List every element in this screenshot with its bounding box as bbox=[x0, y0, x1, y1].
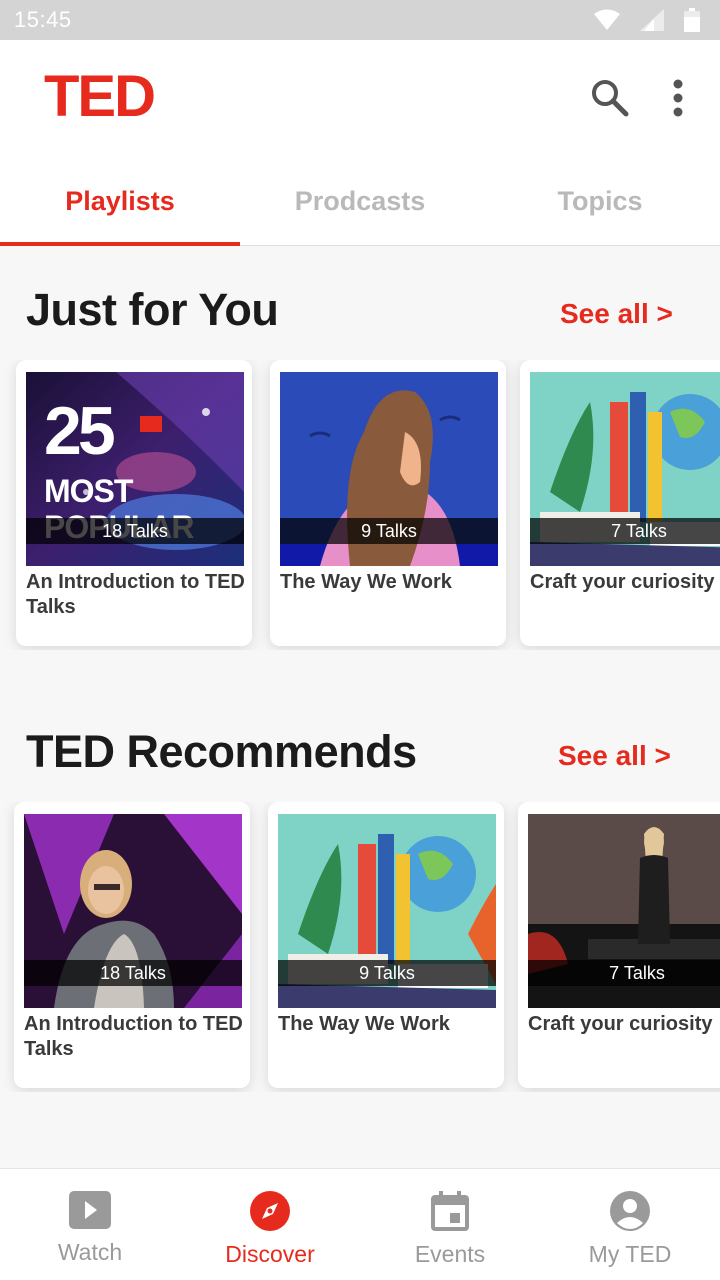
signal-icon bbox=[640, 9, 664, 31]
playlist-card[interactable]: 25 MOST POPULAR 18 Talks An Introduction… bbox=[16, 360, 252, 646]
nav-my-ted-label: My TED bbox=[588, 1241, 672, 1267]
tab-playlists[interactable]: Playlists bbox=[0, 158, 240, 246]
app-bar: TED bbox=[0, 40, 720, 158]
playlist-card[interactable]: 7 Talks Craft your curiosity bbox=[518, 802, 720, 1088]
see-all-ted-recommends-link[interactable]: See all > bbox=[558, 740, 671, 772]
talk-count: 18 Talks bbox=[26, 518, 244, 544]
nav-events[interactable]: Events bbox=[360, 1169, 540, 1280]
svg-text:MOST: MOST bbox=[44, 473, 134, 509]
play-icon bbox=[69, 1191, 111, 1229]
more-options-button[interactable] bbox=[662, 76, 694, 120]
status-time: 15:45 bbox=[14, 7, 72, 32]
playlist-thumbnail: 7 Talks bbox=[530, 372, 720, 566]
talk-count: 9 Talks bbox=[280, 518, 498, 544]
search-icon bbox=[592, 80, 629, 117]
battery-icon bbox=[684, 8, 700, 32]
tab-topics[interactable]: Topics bbox=[480, 158, 720, 245]
playlist-title: Craft your curiosity bbox=[530, 571, 715, 593]
nav-watch-label: Watch bbox=[57, 1239, 123, 1265]
playlist-title: Craft your curiosity bbox=[528, 1013, 713, 1035]
playlist-card[interactable]: 9 Talks The Way We Work bbox=[268, 802, 504, 1088]
playlist-thumbnail: 9 Talks bbox=[280, 372, 498, 566]
playlist-card[interactable]: 18 Talks An Introduction to TED Talks bbox=[14, 802, 250, 1088]
nav-events-label: Events bbox=[414, 1241, 486, 1267]
section-title-just-for-you: Just for You bbox=[26, 284, 279, 335]
account-icon bbox=[610, 1191, 650, 1231]
section-title-ted-recommends: TED Recommends bbox=[26, 726, 417, 777]
tab-prodcasts[interactable]: Prodcasts bbox=[240, 158, 480, 245]
talk-count: 18 Talks bbox=[24, 960, 242, 986]
playlist-row-just-for-you: 25 MOST POPULAR 18 Talks An Introduction… bbox=[0, 360, 720, 650]
playlist-card[interactable]: 9 Talks The Way We Work bbox=[270, 360, 506, 646]
playlist-thumbnail: 7 Talks bbox=[528, 814, 720, 1008]
playlist-title: The Way We Work bbox=[278, 1013, 450, 1035]
thumbnail-number-text: 25 bbox=[44, 393, 114, 469]
wifi-icon bbox=[594, 9, 620, 30]
nav-discover-label: Discover bbox=[225, 1241, 315, 1267]
calendar-icon bbox=[431, 1191, 469, 1231]
search-button[interactable] bbox=[588, 76, 632, 120]
playlist-title: An Introduction to TED Talks bbox=[26, 571, 245, 618]
bottom-navigation: Watch Discover Events My TED bbox=[0, 1168, 720, 1280]
status-bar: 15:45 bbox=[0, 0, 720, 40]
playlist-title: An Introduction to TED Talks bbox=[24, 1013, 243, 1060]
nav-watch[interactable]: Watch bbox=[0, 1169, 180, 1280]
talk-count: 7 Talks bbox=[530, 518, 720, 544]
ted-logo[interactable]: TED bbox=[44, 68, 156, 126]
top-tabs: Playlists Prodcasts Topics bbox=[0, 158, 720, 246]
talk-count: 9 Talks bbox=[278, 960, 496, 986]
see-all-just-for-you-link[interactable]: See all > bbox=[560, 298, 673, 330]
playlist-row-ted-recommends: 18 Talks An Introduction to TED Talks 9 … bbox=[0, 802, 720, 1092]
more-vert-icon bbox=[673, 79, 683, 117]
playlist-thumbnail: 25 MOST POPULAR 18 Talks bbox=[26, 372, 244, 566]
playlist-title: The Way We Work bbox=[280, 571, 452, 593]
status-icons bbox=[594, 8, 700, 32]
playlist-card[interactable]: 7 Talks Craft your curiosity bbox=[520, 360, 720, 646]
nav-my-ted[interactable]: My TED bbox=[540, 1169, 720, 1280]
nav-discover[interactable]: Discover bbox=[180, 1169, 360, 1280]
playlist-thumbnail: 18 Talks bbox=[24, 814, 242, 1008]
compass-icon bbox=[250, 1191, 290, 1231]
talk-count: 7 Talks bbox=[528, 960, 720, 986]
playlist-thumbnail: 9 Talks bbox=[278, 814, 496, 1008]
